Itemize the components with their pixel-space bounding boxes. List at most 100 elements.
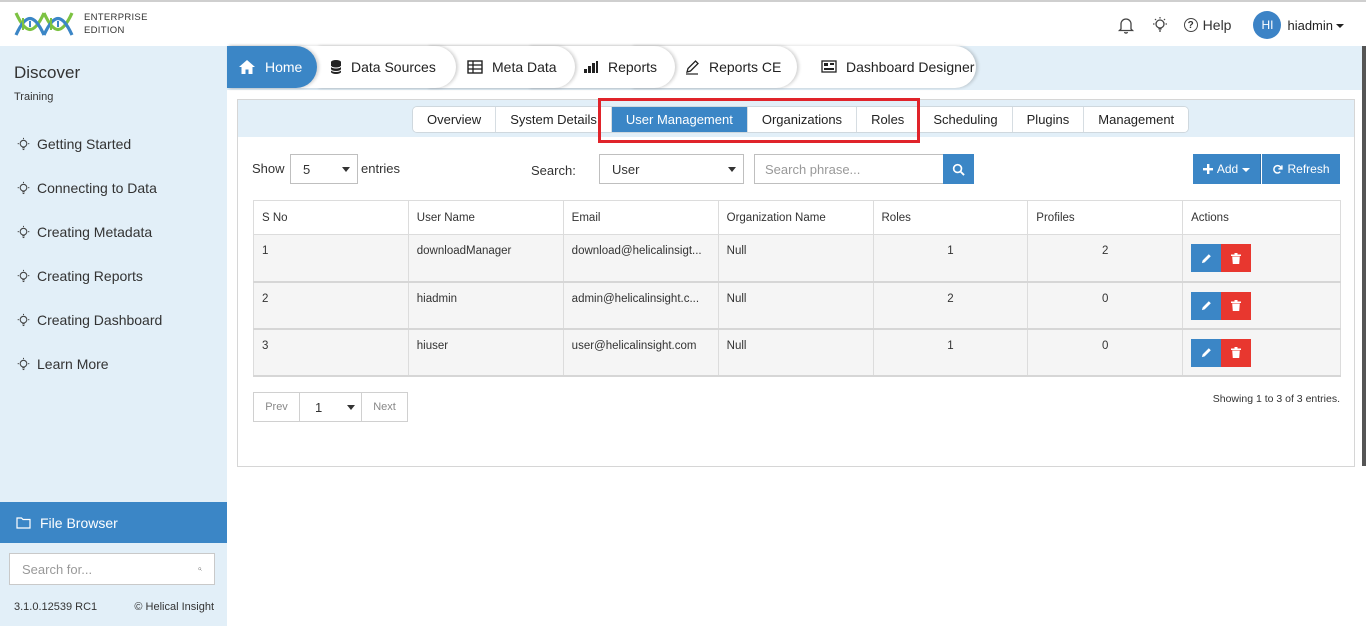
sidebar-item-creating-dashboard[interactable]: Creating Dashboard [16,298,162,342]
version-text: 3.1.0.12539 RC1 [14,601,98,613]
cell-actions [1182,328,1341,376]
add-button[interactable]: Add [1193,154,1261,184]
column-header-roles[interactable]: Roles [872,200,1029,235]
subtab-system-details[interactable]: System Details [496,107,612,132]
sidebar-search-input[interactable] [22,561,198,577]
sidebar-item-creating-metadata[interactable]: Creating Metadata [16,210,162,254]
delete-user-button[interactable] [1221,338,1252,367]
user-menu[interactable]: hiadmin [1287,18,1344,33]
tab-label: Dashboard Designer [846,59,975,75]
subtab-management[interactable]: Management [1084,107,1189,132]
tab-label: Reports CE [709,59,782,75]
sidebar-title: Discover [14,63,81,82]
search-label: Search: [531,163,576,178]
next-page-button[interactable]: Next [362,393,407,421]
chevron-down-icon [1242,168,1251,172]
avatar[interactable]: HI [1253,11,1282,39]
trash-icon [1231,347,1242,358]
cell-organization: Null [717,328,874,376]
search-phrase-field [754,154,944,184]
column-header-actions: Actions [1182,200,1341,235]
page-scrollbar[interactable] [1362,46,1366,466]
entries-label: entries [361,161,401,176]
edit-user-button[interactable] [1191,338,1222,367]
file-browser-button[interactable]: File Browser [0,502,227,543]
main-nav: Dashboard Designer Reports CE Reports Me… [227,46,1363,90]
sidebar-item-connecting-to-data[interactable]: Connecting to Data [16,166,162,210]
entries-select[interactable]: 5 [290,154,358,184]
search-type-select[interactable]: User [599,154,744,184]
help-link[interactable]: ? Help [1183,17,1232,33]
sidebar-item-label: Learn More [37,356,109,372]
delete-user-button[interactable] [1221,244,1252,272]
table-row: 3 hiuser user@helicalinsight.com Null 1 … [253,328,1341,376]
show-label: Show [252,161,285,176]
cell-username: hiadmin [407,281,564,329]
cell-email: user@helicalinsight.com [562,328,719,376]
lightbulb-icon [17,269,30,282]
sidebar: Discover Training Getting Started Connec… [0,46,227,626]
sidebar-item-learn-more[interactable]: Learn More [16,342,162,386]
folder-icon [16,517,31,529]
cell-actions [1182,281,1341,329]
edit-user-button[interactable] [1191,291,1222,320]
helical-logo [14,12,74,36]
column-header-sno[interactable]: S No [253,200,409,235]
column-header-username[interactable]: User Name [407,200,564,235]
users-table: S No User Name Email Organization Name R… [253,200,1341,377]
refresh-button[interactable]: Refresh [1262,154,1340,184]
sidebar-search [9,553,215,585]
subtab-scheduling[interactable]: Scheduling [919,107,1013,132]
column-header-email[interactable]: Email [562,200,719,235]
username-label: hiadmin [1287,17,1333,33]
logo-line-2: EDITION [84,25,125,36]
subtab-user-management[interactable]: User Management [611,107,748,132]
column-header-organization[interactable]: Organization Name [717,200,874,235]
cell-actions [1182,234,1341,282]
user-management-panel: Overview System Details User Management … [237,99,1355,467]
database-icon [330,60,342,74]
subtab-organizations[interactable]: Organizations [747,107,858,132]
column-header-profiles[interactable]: Profiles [1027,200,1184,235]
lightbulb-icon [17,181,30,194]
refresh-label: Refresh [1287,162,1330,176]
cell-profiles: 2 [1027,234,1184,282]
tab-home[interactable]: Home [227,46,317,88]
subtab-roles[interactable]: Roles [857,107,920,132]
chevron-down-icon [342,167,350,172]
page-select-value: 1 [315,399,323,415]
sidebar-item-getting-started[interactable]: Getting Started [16,122,162,166]
cell-roles: 1 [872,328,1029,376]
logo-line-1: ENTERPRISE [84,12,148,23]
subtab-plugins[interactable]: Plugins [1012,107,1085,132]
sidebar-item-label: Getting Started [37,136,132,152]
lightbulb-icon[interactable] [1150,15,1170,35]
sidebar-item-creating-reports[interactable]: Creating Reports [16,254,162,298]
cell-organization: Null [717,234,874,282]
subtab-overview[interactable]: Overview [413,107,497,132]
table-row: 1 downloadManager download@helicalinsigt… [253,234,1341,282]
search-icon[interactable] [198,562,202,576]
tab-label: Reports [608,59,658,75]
search-phrase-input[interactable] [765,161,935,177]
delete-user-button[interactable] [1221,291,1252,320]
add-label: Add [1216,162,1239,176]
bell-icon[interactable] [1116,15,1136,35]
cell-profiles: 0 [1027,328,1184,376]
cell-profiles: 0 [1027,281,1184,329]
cell-username: hiuser [407,328,564,376]
chevron-down-icon [347,405,355,410]
lightbulb-icon [17,137,30,150]
lightbulb-icon [17,313,30,326]
search-icon [952,163,965,176]
page-select[interactable]: 1 [299,393,362,421]
sidebar-item-label: Connecting to Data [37,180,157,196]
cell-email: admin@helicalinsight.c... [562,281,719,329]
edit-user-button[interactable] [1191,244,1222,272]
cell-sno: 3 [253,328,409,376]
pagination: Prev 1 Next [253,392,408,422]
search-button[interactable] [943,154,974,184]
help-label: Help [1202,17,1232,33]
plus-icon [1202,164,1213,174]
prev-page-button[interactable]: Prev [254,393,299,421]
